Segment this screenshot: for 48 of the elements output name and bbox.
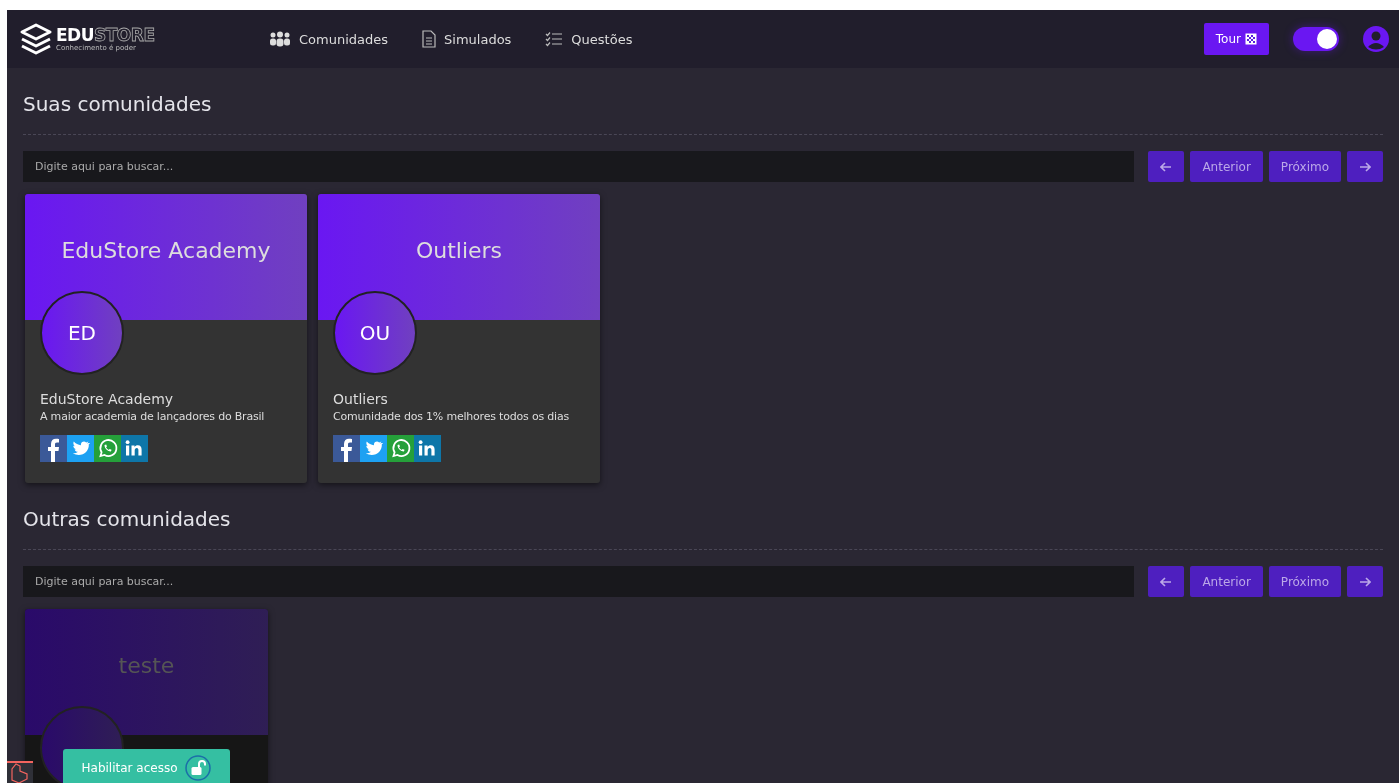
search-field[interactable]: Digite aqui para buscar...	[23, 151, 1135, 182]
next-button[interactable]: Próximo	[1268, 566, 1341, 597]
document-icon	[422, 30, 437, 48]
nav-link[interactable]: Simulados	[422, 30, 512, 48]
community-name: Outliers	[333, 391, 389, 407]
community-card[interactable]: EduStore Academy ED EduStore Academy A maior academia de lançadores do Brasil	[25, 194, 307, 483]
banner-title: EduStore Academy	[61, 237, 271, 263]
whatsapp-share-icon[interactable]	[94, 435, 121, 462]
next-arrow-button[interactable]	[1347, 151, 1383, 182]
community-description: Comunidade dos 1% melhores todos os dias	[333, 410, 570, 423]
previous-arrow-button[interactable]	[1148, 566, 1185, 597]
brand-logo-text[interactable]: EDUSTORE	[56, 26, 155, 44]
previous-arrow-button[interactable]	[1148, 151, 1185, 182]
right-arrow-icon	[1359, 161, 1371, 172]
checklist-icon	[545, 31, 564, 47]
search-field[interactable]: Digite aqui para buscar...	[23, 566, 1135, 597]
nav-link[interactable]: Comunidades	[269, 30, 389, 48]
user-profile-icon[interactable]	[1363, 26, 1389, 52]
theme-toggle[interactable]	[1293, 27, 1339, 51]
previous-button[interactable]: Anterior	[1190, 566, 1263, 597]
community-description: A maior academia de lançadores do Brasil	[40, 410, 266, 423]
twitter-share-icon[interactable]	[67, 435, 94, 462]
unlocked-padlock-icon	[185, 755, 212, 781]
section-title: Outras comunidades	[23, 506, 232, 533]
section-title: Suas comunidades	[23, 91, 213, 118]
linkedin-share-icon[interactable]	[121, 435, 148, 462]
nav-link[interactable]: Questões	[545, 30, 633, 48]
community-card[interactable]: Outliers OU Outliers Comunidade dos 1% melhores todos os dias	[318, 194, 600, 483]
checkered-flag-icon	[1245, 33, 1257, 45]
twitter-share-icon[interactable]	[360, 435, 387, 462]
left-arrow-icon	[1160, 161, 1173, 172]
stacked-layers-logo-icon	[19, 22, 53, 56]
banner-title: Outliers	[415, 237, 503, 263]
next-button[interactable]: Próximo	[1268, 151, 1341, 182]
facebook-share-icon[interactable]	[40, 435, 67, 462]
banner-title: teste	[118, 652, 175, 678]
left-arrow-icon	[1160, 576, 1173, 587]
whatsapp-share-icon[interactable]	[387, 435, 414, 462]
facebook-share-icon[interactable]	[333, 435, 360, 462]
people-group-icon	[269, 31, 291, 47]
right-arrow-icon	[1359, 576, 1371, 587]
linkedin-share-icon[interactable]	[414, 435, 441, 462]
initials-avatar: ED	[40, 291, 124, 375]
next-arrow-button[interactable]	[1347, 566, 1383, 597]
community-name: EduStore Academy	[40, 391, 175, 407]
previous-button[interactable]: Anterior	[1190, 151, 1263, 182]
initials-avatar: OU	[333, 291, 417, 375]
tour-button[interactable]: Tour	[1203, 23, 1269, 55]
